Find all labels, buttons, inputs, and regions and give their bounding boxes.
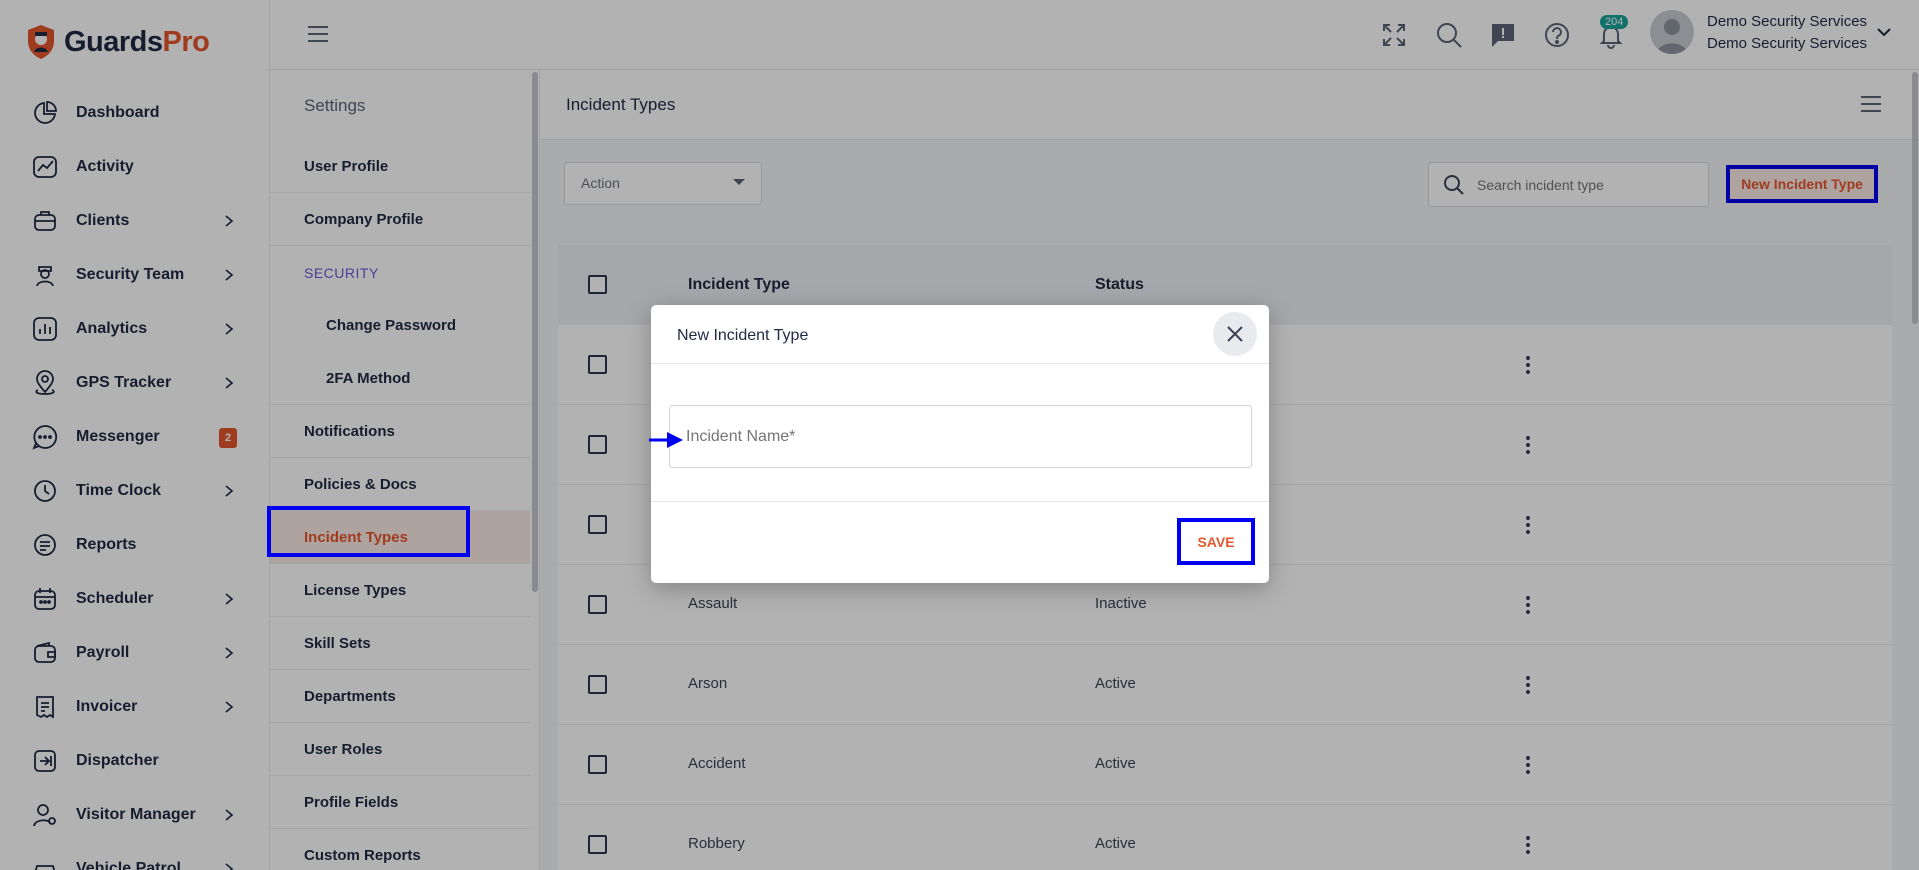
- close-button[interactable]: [1213, 312, 1257, 356]
- pointer-arrow-icon: [649, 432, 683, 448]
- new-incident-type-dialog: New Incident Type SAVE: [651, 305, 1269, 583]
- incident-name-input[interactable]: [686, 406, 1226, 467]
- incident-name-field[interactable]: [669, 405, 1252, 468]
- dialog-title: New Incident Type: [677, 327, 809, 344]
- divider: [651, 363, 1269, 364]
- save-button[interactable]: SAVE: [1177, 518, 1255, 565]
- divider: [651, 501, 1269, 502]
- close-icon: [1227, 326, 1243, 342]
- incident-types-highlight-box: [267, 506, 470, 557]
